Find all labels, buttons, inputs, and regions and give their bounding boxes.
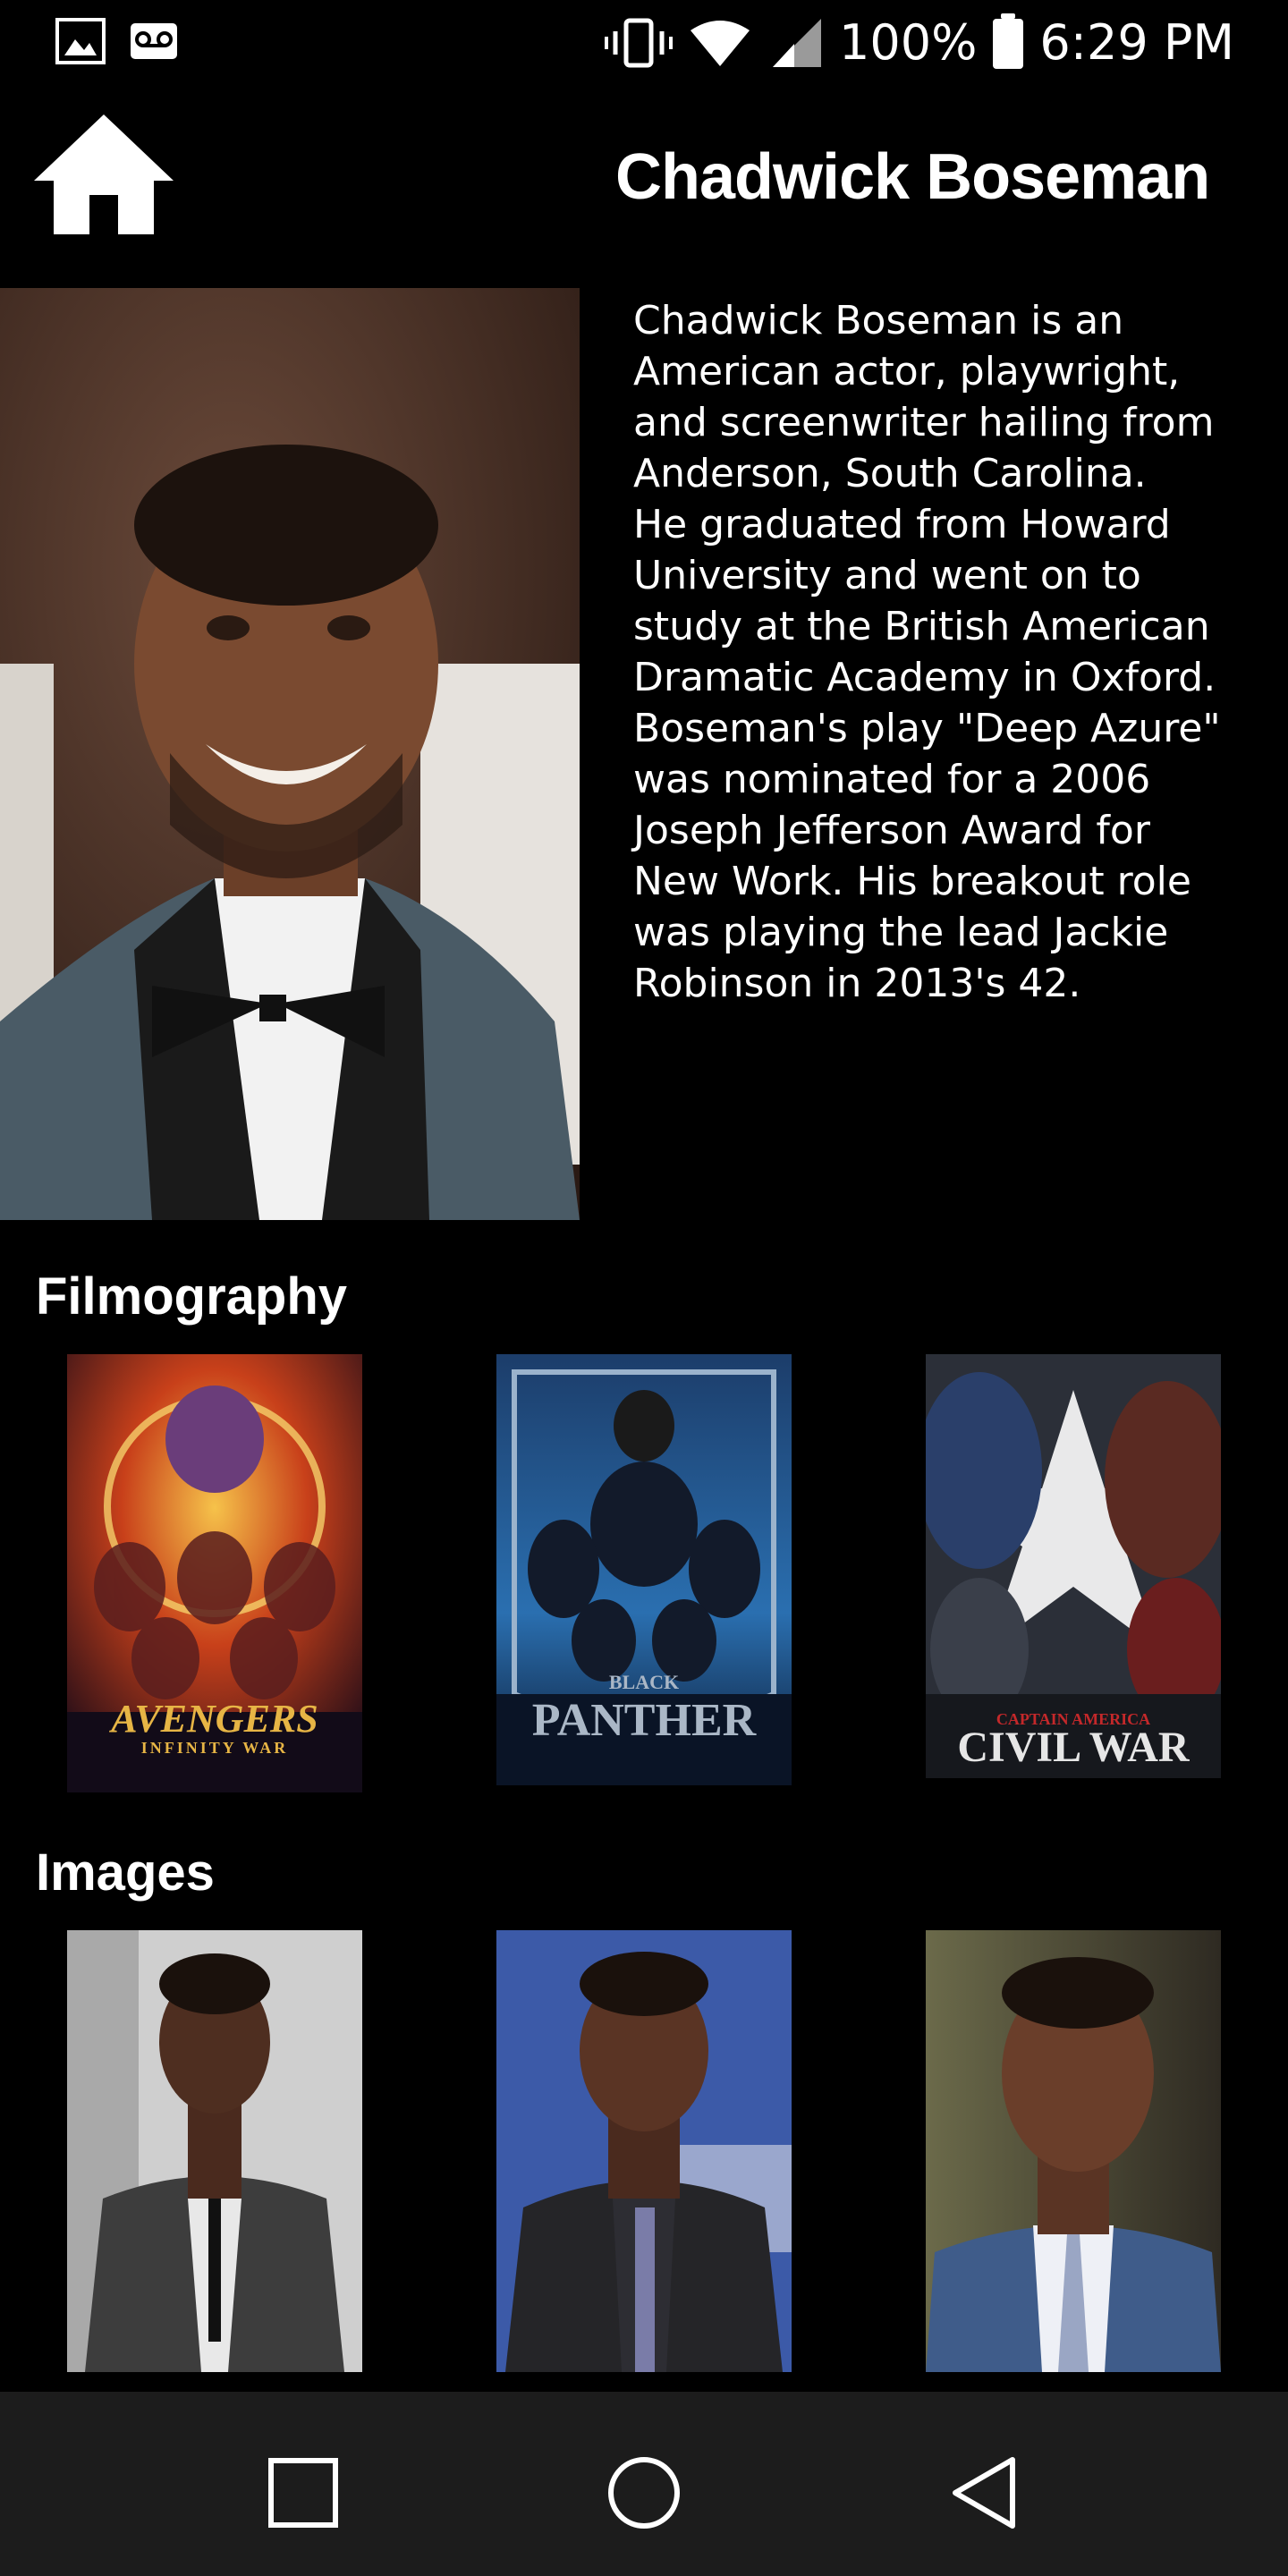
film-poster-black-panther[interactable]: BLACK PANTHER bbox=[496, 1354, 792, 1785]
home-button[interactable] bbox=[32, 111, 175, 243]
poster-title: AVENGERS bbox=[111, 1697, 318, 1741]
back-button[interactable] bbox=[945, 2453, 1025, 2533]
vibrate-icon bbox=[605, 18, 674, 68]
signal-icon bbox=[773, 19, 822, 67]
filmography-heading: Filmography bbox=[36, 1267, 348, 1326]
recents-button[interactable] bbox=[263, 2453, 343, 2533]
bio-text: Chadwick Boseman is an American actor, p… bbox=[633, 298, 1221, 1006]
profile-photo bbox=[0, 288, 580, 1220]
battery-icon bbox=[993, 13, 1024, 69]
page-title: Chadwick Boseman bbox=[615, 141, 1210, 213]
poster-subtitle: BLACK bbox=[608, 1671, 680, 1693]
home-icon bbox=[34, 114, 174, 234]
home-nav-button[interactable] bbox=[604, 2453, 684, 2533]
image-notification-icon bbox=[55, 18, 106, 64]
film-poster-avengers[interactable]: AVENGERS INFINITY WAR bbox=[67, 1354, 362, 1792]
home-circle-icon bbox=[608, 2457, 680, 2529]
poster-title: PANTHER bbox=[531, 1695, 757, 1746]
back-triangle-icon bbox=[953, 2457, 1015, 2529]
images-heading: Images bbox=[36, 1843, 215, 1902]
voicemail-icon bbox=[131, 23, 177, 59]
battery-percent: 100% bbox=[839, 14, 978, 71]
navigation-bar bbox=[0, 2392, 1288, 2576]
gallery-image[interactable] bbox=[67, 1930, 362, 2372]
gallery-image[interactable] bbox=[496, 1930, 792, 2372]
gallery-image[interactable] bbox=[926, 1930, 1221, 2372]
film-poster-civil-war[interactable]: CAPTAIN AMERICA CIVIL WAR bbox=[926, 1354, 1221, 1778]
system-icons: 100% 6:29 PM bbox=[605, 11, 1234, 75]
poster-title: CIVIL WAR bbox=[957, 1724, 1190, 1771]
poster-subtitle: INFINITY WAR bbox=[140, 1739, 289, 1757]
status-bar: 100% 6:29 PM bbox=[0, 0, 1288, 86]
clock: 6:29 PM bbox=[1039, 14, 1234, 71]
notification-icons bbox=[55, 18, 179, 64]
recents-square-icon bbox=[268, 2458, 338, 2528]
wifi-icon bbox=[691, 21, 750, 66]
